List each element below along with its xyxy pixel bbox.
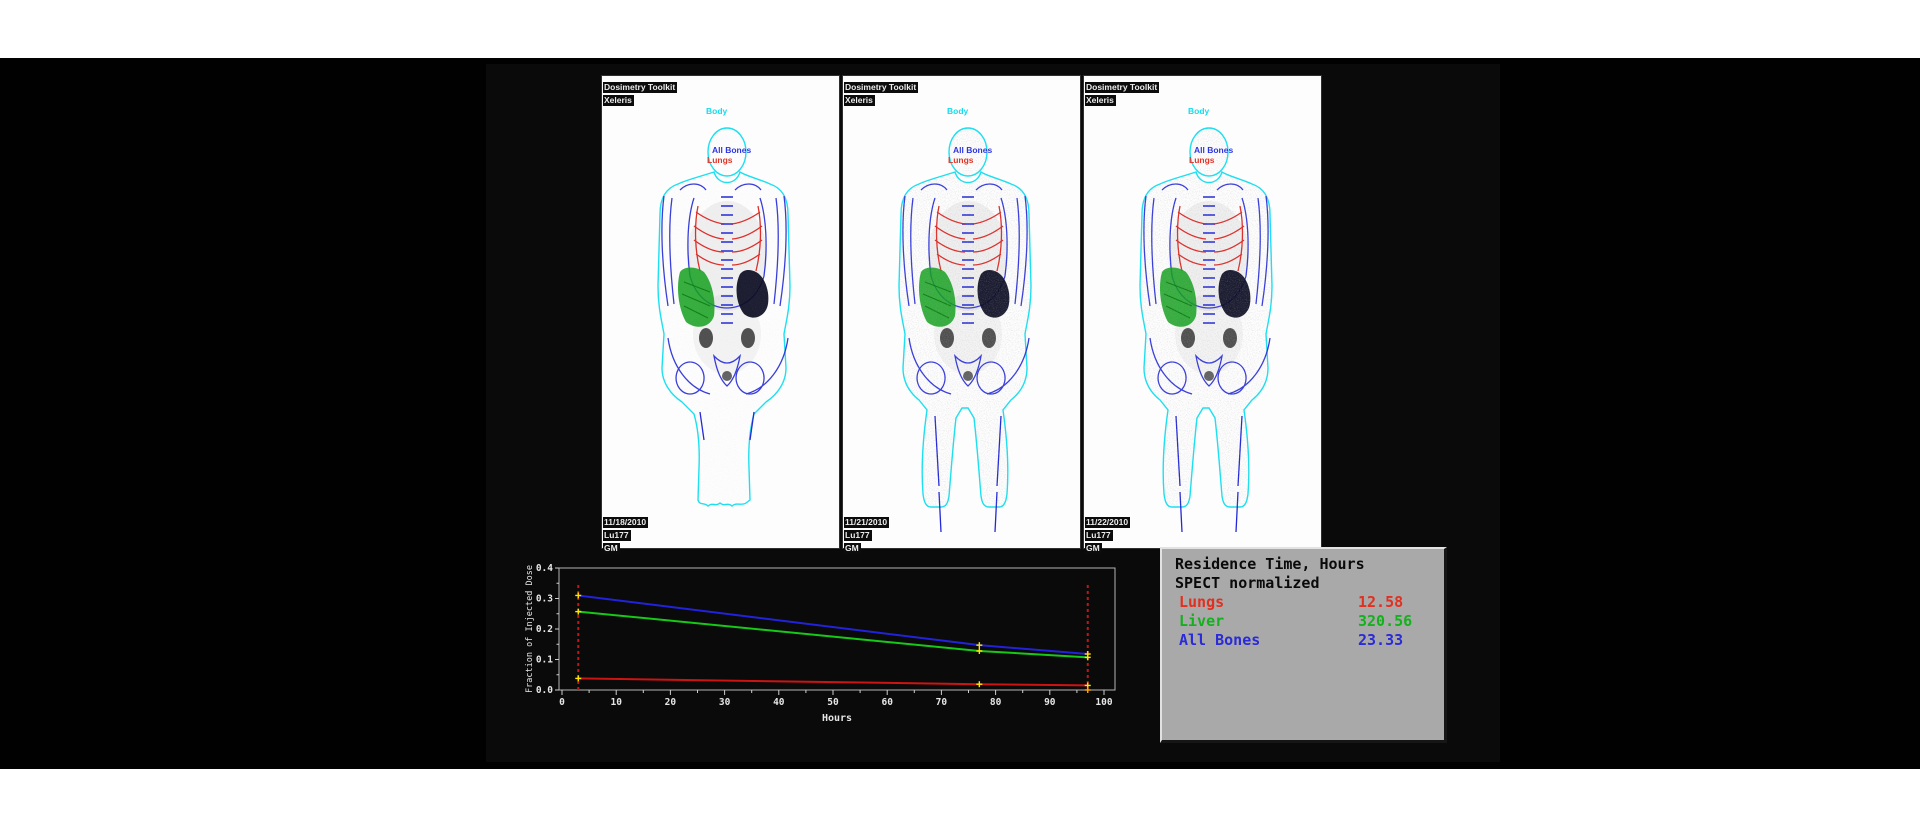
svg-text:90: 90 xyxy=(1044,697,1056,708)
residence-row: All Bones 23.33 xyxy=(1162,631,1444,650)
acquisition-date: 11/21/2010 xyxy=(844,517,889,528)
svg-text:30: 30 xyxy=(719,697,731,708)
app-title-label: Dosimetry Toolkit xyxy=(1085,82,1159,93)
residence-subtitle: SPECT normalized xyxy=(1175,574,1320,592)
operator-label: GM xyxy=(1085,543,1102,554)
operator-label: GM xyxy=(603,543,620,554)
residence-row: Liver 320.56 xyxy=(1162,612,1444,631)
workstation-label: Xeleris xyxy=(603,95,634,106)
svg-text:60: 60 xyxy=(881,697,893,708)
svg-text:20: 20 xyxy=(665,697,677,708)
panel-header: Dosimetry Toolkit Xeleris xyxy=(844,80,918,106)
time-activity-chart[interactable]: 0 10 20 30 40 50 60 70 80 90 100 0.0 0.1 0.2 0.3 0.4Fra… xyxy=(500,558,1140,738)
residence-time-panel: Residence Time, Hours SPECT normalized L… xyxy=(1160,547,1447,743)
svg-text:0.2: 0.2 xyxy=(536,624,553,635)
roi-label-all-bones: All Bones xyxy=(1194,145,1233,155)
workstation-label: Xeleris xyxy=(844,95,875,106)
operator-label: GM xyxy=(844,543,861,554)
svg-text:50: 50 xyxy=(827,697,839,708)
acquisition-date: 11/18/2010 xyxy=(603,517,648,528)
roi-label-body: Body xyxy=(947,106,968,116)
roi-label-body: Body xyxy=(706,106,727,116)
app-canvas: Dosimetry Toolkit Xeleris Body All Bones… xyxy=(486,64,1500,762)
residence-value: 23.33 xyxy=(1358,631,1403,649)
svg-text:70: 70 xyxy=(936,697,948,708)
panel-header: Dosimetry Toolkit Xeleris xyxy=(603,80,677,106)
workstation-label: Xeleris xyxy=(1085,95,1116,106)
svg-text:0.1: 0.1 xyxy=(536,655,553,666)
app-title-label: Dosimetry Toolkit xyxy=(844,82,918,93)
svg-text:100: 100 xyxy=(1095,697,1112,708)
scan-panel[interactable]: Dosimetry Toolkit Xeleris Body All Bones… xyxy=(601,75,840,549)
residence-value: 320.56 xyxy=(1358,612,1412,630)
residence-organ-name: Lungs xyxy=(1179,593,1224,611)
roi-label-lungs: Lungs xyxy=(707,155,733,165)
roi-label-lungs: Lungs xyxy=(948,155,974,165)
residence-organ-name: All Bones xyxy=(1179,631,1260,649)
roi-label-body: Body xyxy=(1188,106,1209,116)
isotope-label: Lu177 xyxy=(844,530,872,541)
svg-text:0.0: 0.0 xyxy=(536,685,553,696)
page: Dosimetry Toolkit Xeleris Body All Bones… xyxy=(0,0,1920,830)
scan-panel[interactable]: Dosimetry Toolkit Xeleris Body All Bones… xyxy=(842,75,1081,549)
viewer-background: Dosimetry Toolkit Xeleris Body All Bones… xyxy=(0,58,1920,769)
svg-text:0: 0 xyxy=(559,697,565,708)
panel-header: Dosimetry Toolkit Xeleris xyxy=(1085,80,1159,106)
app-title-label: Dosimetry Toolkit xyxy=(603,82,677,93)
residence-value: 12.58 xyxy=(1358,593,1403,611)
residence-title: Residence Time, Hours xyxy=(1175,555,1365,573)
svg-text:80: 80 xyxy=(990,697,1002,708)
residence-row: Lungs 12.58 xyxy=(1162,593,1444,612)
acquisition-info: 11/21/2010 Lu177 GM xyxy=(844,515,889,554)
svg-text:10: 10 xyxy=(610,697,622,708)
residence-organ-name: Liver xyxy=(1179,612,1224,630)
svg-text:0.4: 0.4 xyxy=(536,563,553,574)
isotope-label: Lu177 xyxy=(1085,530,1113,541)
scan-panel[interactable]: Dosimetry Toolkit Xeleris Body All Bones… xyxy=(1083,75,1322,549)
roi-label-all-bones: All Bones xyxy=(712,145,751,155)
roi-label-all-bones: All Bones xyxy=(953,145,992,155)
acquisition-info: 11/22/2010 Lu177 GM xyxy=(1085,515,1130,554)
svg-text:0.3: 0.3 xyxy=(536,594,553,605)
svg-text:40: 40 xyxy=(773,697,785,708)
acquisition-date: 11/22/2010 xyxy=(1085,517,1130,528)
isotope-label: Lu177 xyxy=(603,530,631,541)
svg-text:Hours: Hours xyxy=(822,713,852,724)
roi-label-lungs: Lungs xyxy=(1189,155,1215,165)
svg-text:Fraction of Injected Dose: Fraction of Injected Dose xyxy=(525,565,535,693)
acquisition-info: 11/18/2010 Lu177 GM xyxy=(603,515,648,554)
